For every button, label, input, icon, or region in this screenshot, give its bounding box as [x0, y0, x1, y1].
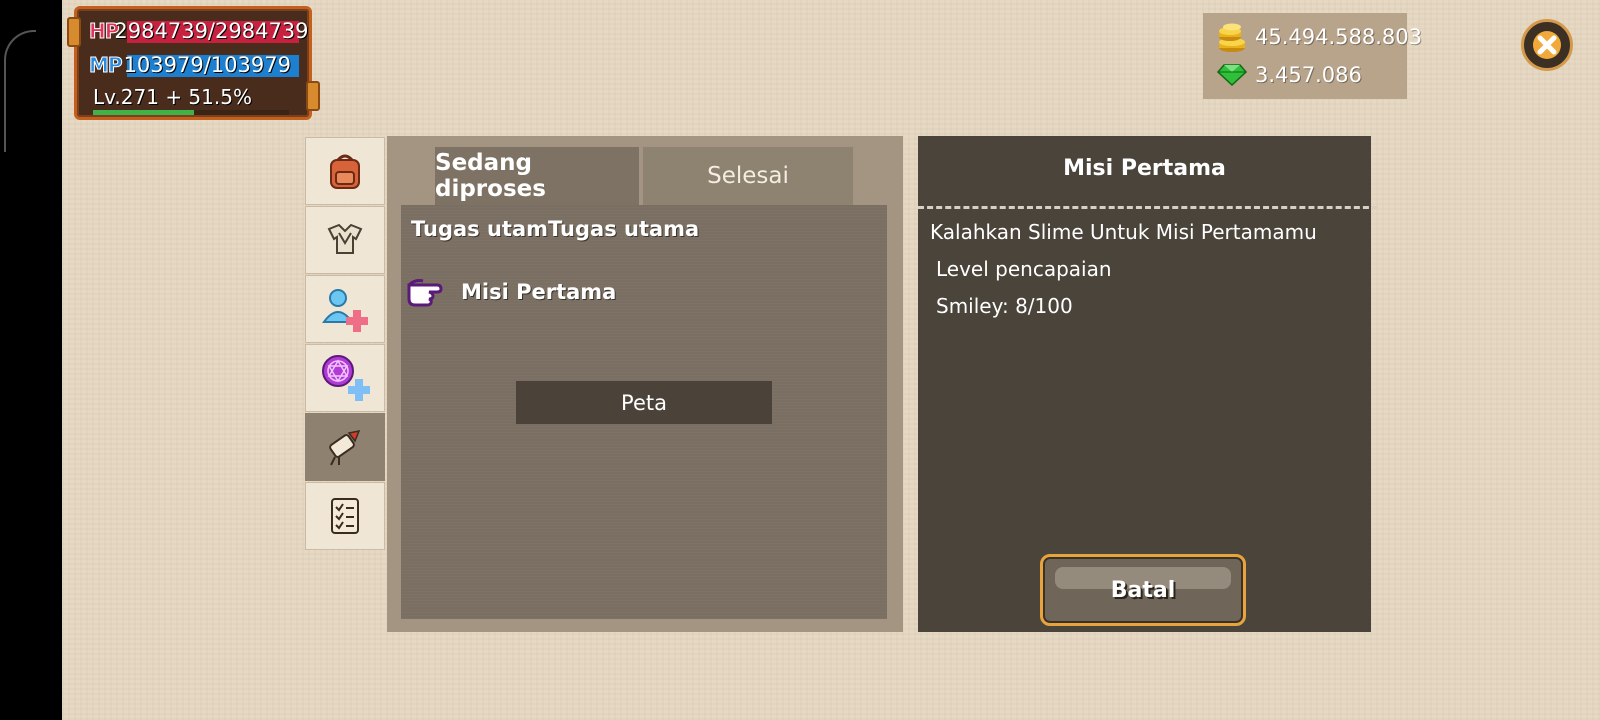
- gem-row: 3.457.086: [1217, 63, 1362, 87]
- screen-edge: [0, 0, 62, 720]
- panel-clip: [306, 81, 320, 111]
- detail-title: Misi Pertama: [1063, 156, 1226, 181]
- quest-progress: Smiley: 8/100: [936, 294, 1073, 318]
- currency-panel: 45.494.588.803 3.457.086: [1203, 13, 1422, 99]
- mp-label: MP: [89, 53, 124, 78]
- gold-row: 45.494.588.803: [1217, 21, 1422, 53]
- add-character-icon: [322, 289, 368, 332]
- tab-in-progress[interactable]: Sedang diproses: [435, 147, 639, 205]
- quest-list-panel: Sedang diproses Selesai Tugas utamTugas …: [387, 136, 903, 632]
- gold-coins-icon: [1219, 23, 1245, 52]
- cancel-button[interactable]: Batal: [1040, 554, 1246, 626]
- quest-scroll-icon: [329, 429, 361, 466]
- divider: [918, 206, 1378, 209]
- quest-detail-panel: Misi Pertama Kalahkan Slime Untuk Misi P…: [918, 136, 1378, 632]
- level-text: Lv.271 + 51.5%: [93, 85, 252, 109]
- armor-icon: [327, 223, 363, 254]
- cancel-button-label: Batal: [1110, 577, 1176, 603]
- backpack-icon: [330, 154, 360, 189]
- quest-description: Kalahkan Slime Untuk Misi Pertamamu: [930, 220, 1317, 244]
- gold-amount: 45.494.588.803: [1255, 25, 1422, 49]
- close-button[interactable]: [1521, 19, 1573, 71]
- green-gem-icon: [1217, 64, 1247, 86]
- magic-circle-add-icon: [322, 355, 370, 401]
- tab-completed[interactable]: Selesai: [643, 147, 853, 205]
- tab-equipment[interactable]: [305, 206, 385, 274]
- menu-tabs: [305, 137, 387, 551]
- quest-item-label: Misi Pertama: [461, 280, 617, 304]
- level-progress-bar: [93, 110, 289, 115]
- close-icon: [1533, 31, 1561, 59]
- tab-quest[interactable]: [305, 413, 385, 481]
- tab-inventory[interactable]: [305, 137, 385, 205]
- hp-value: 2984739/2984739: [114, 19, 309, 43]
- hp-row: HP 2984739/2984739: [88, 19, 309, 44]
- checklist-icon: [331, 498, 359, 534]
- quest-requirement: Level pencapaian: [936, 257, 1112, 281]
- pointing-hand-icon: [407, 279, 443, 307]
- mp-value: 103979/103979: [123, 53, 291, 77]
- player-status-panel: HP 2984739/2984739 MP 103979/103979 Lv.2…: [67, 6, 320, 120]
- quest-list: Tugas utamTugas utama Misi Pertama Peta: [401, 205, 887, 619]
- quest-category-heading: Tugas utamTugas utama: [411, 217, 700, 241]
- mp-row: MP 103979/103979: [89, 53, 299, 78]
- map-button[interactable]: Peta: [516, 381, 772, 424]
- tab-checklist[interactable]: [305, 482, 385, 550]
- panel-clip: [67, 17, 81, 47]
- gem-amount: 3.457.086: [1255, 63, 1362, 87]
- tab-recruit[interactable]: [305, 275, 385, 343]
- quest-item[interactable]: Misi Pertama: [407, 277, 616, 307]
- level-progress-fill: [93, 110, 194, 115]
- tab-magic[interactable]: [305, 344, 385, 412]
